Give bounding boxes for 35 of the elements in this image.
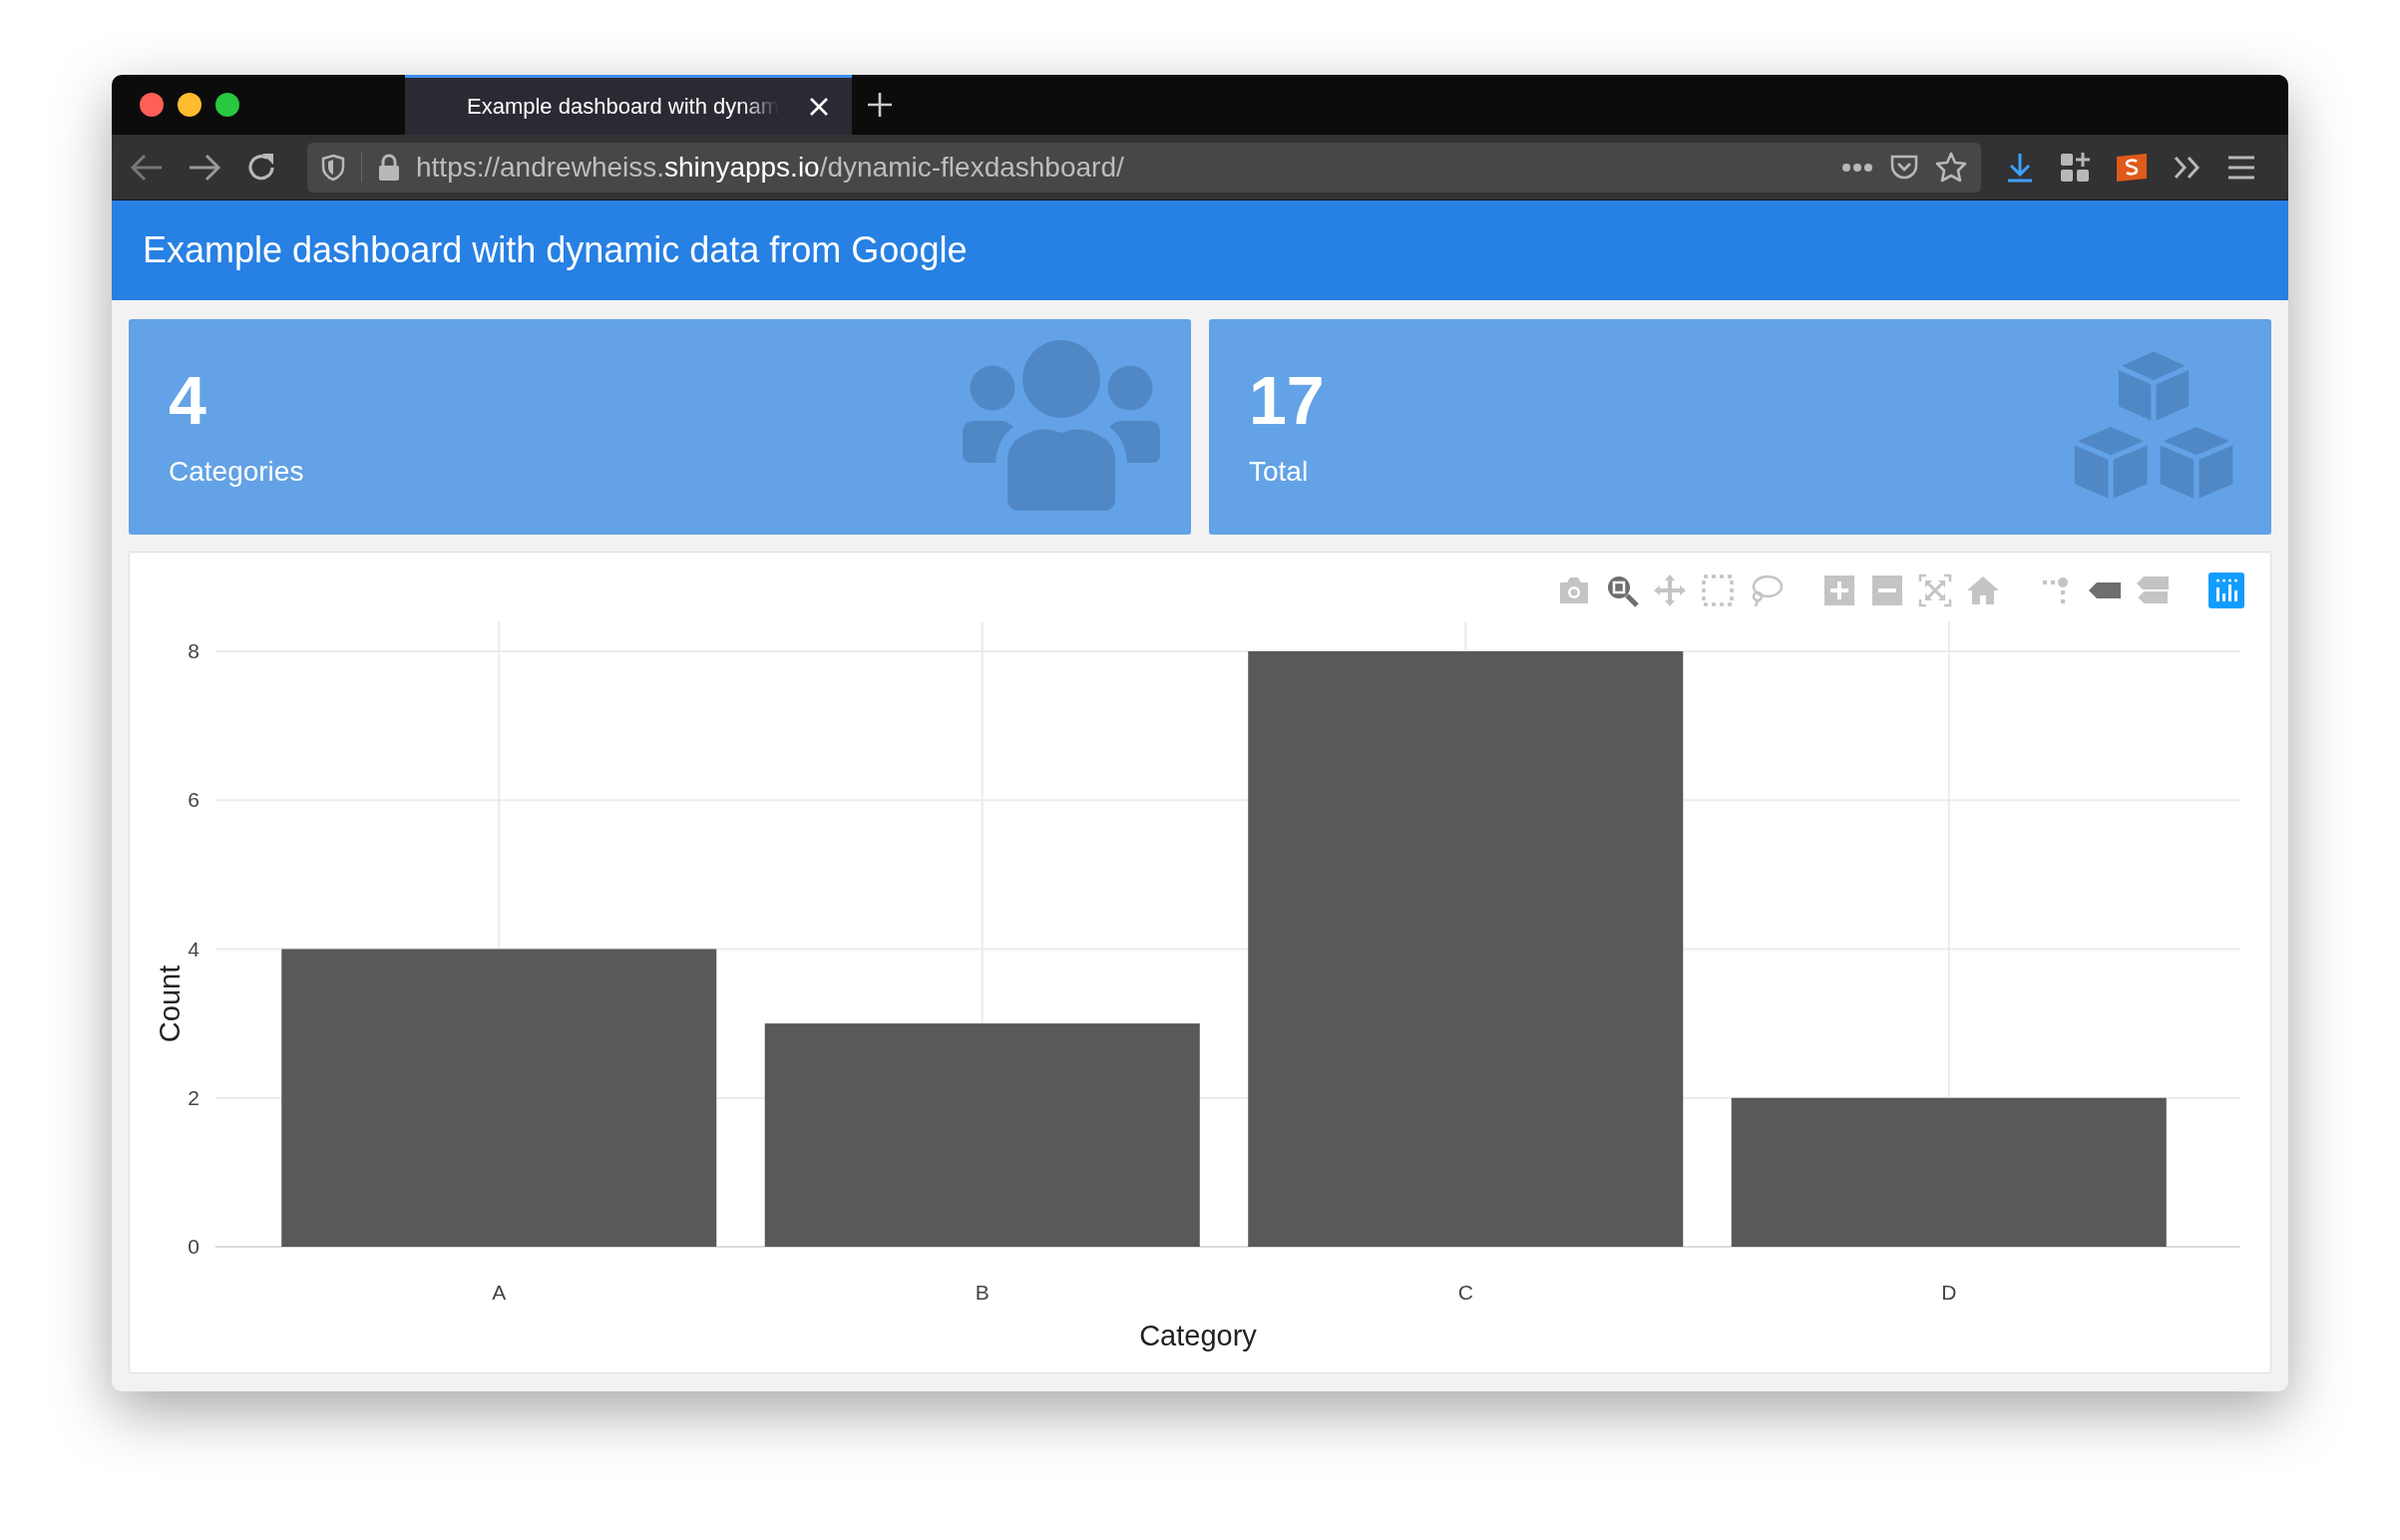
lock-icon bbox=[378, 153, 400, 182]
new-tab-icon[interactable] bbox=[866, 91, 894, 119]
more-icon[interactable] bbox=[1841, 162, 1873, 173]
axis-tick-label: C bbox=[1457, 1281, 1473, 1304]
axis-tick-label: 8 bbox=[188, 639, 200, 662]
back-icon[interactable] bbox=[130, 152, 164, 183]
plotly-logo-icon[interactable] bbox=[2208, 572, 2244, 608]
axis-tick-label: 6 bbox=[188, 788, 200, 812]
extension-icon[interactable] bbox=[2115, 152, 2149, 183]
value-number: 4 bbox=[169, 366, 207, 434]
axis-title: Category bbox=[1139, 1320, 1257, 1351]
dashboard-title: Example dashboard with dynamic data from Google bbox=[143, 229, 968, 271]
minimize-window-button[interactable] bbox=[178, 93, 201, 117]
menu-icon[interactable] bbox=[2226, 154, 2256, 181]
value-number: 17 bbox=[1249, 366, 1325, 434]
axis-tick-label: D bbox=[1941, 1281, 1957, 1304]
axis-tick-label: 2 bbox=[188, 1085, 200, 1109]
address-bar[interactable]: https://andrewheiss.shinyapps.io/dynamic-flexdashboard/ bbox=[307, 142, 1981, 192]
axis-tick-label: A bbox=[492, 1281, 507, 1304]
forward-icon[interactable] bbox=[188, 152, 221, 183]
value-caption: Categories bbox=[169, 456, 304, 488]
extensions-grid-icon[interactable] bbox=[2059, 151, 2091, 184]
shield-icon[interactable] bbox=[321, 153, 345, 182]
overflow-icon[interactable] bbox=[2173, 154, 2202, 181]
close-window-button[interactable] bbox=[140, 93, 164, 117]
value-caption: Total bbox=[1249, 456, 1310, 488]
browser-tab[interactable]: Example dashboard with dynam bbox=[405, 75, 852, 135]
axis-title: Count bbox=[154, 964, 186, 1043]
download-icon[interactable] bbox=[2005, 151, 2035, 184]
axis-tick-label: 0 bbox=[188, 1235, 200, 1258]
axis-tick-label: B bbox=[975, 1281, 990, 1304]
close-tab-icon[interactable] bbox=[808, 95, 830, 118]
zoom-window-button[interactable] bbox=[215, 93, 239, 117]
star-icon[interactable] bbox=[1935, 151, 1967, 184]
axis-tick-label: 4 bbox=[188, 937, 200, 961]
